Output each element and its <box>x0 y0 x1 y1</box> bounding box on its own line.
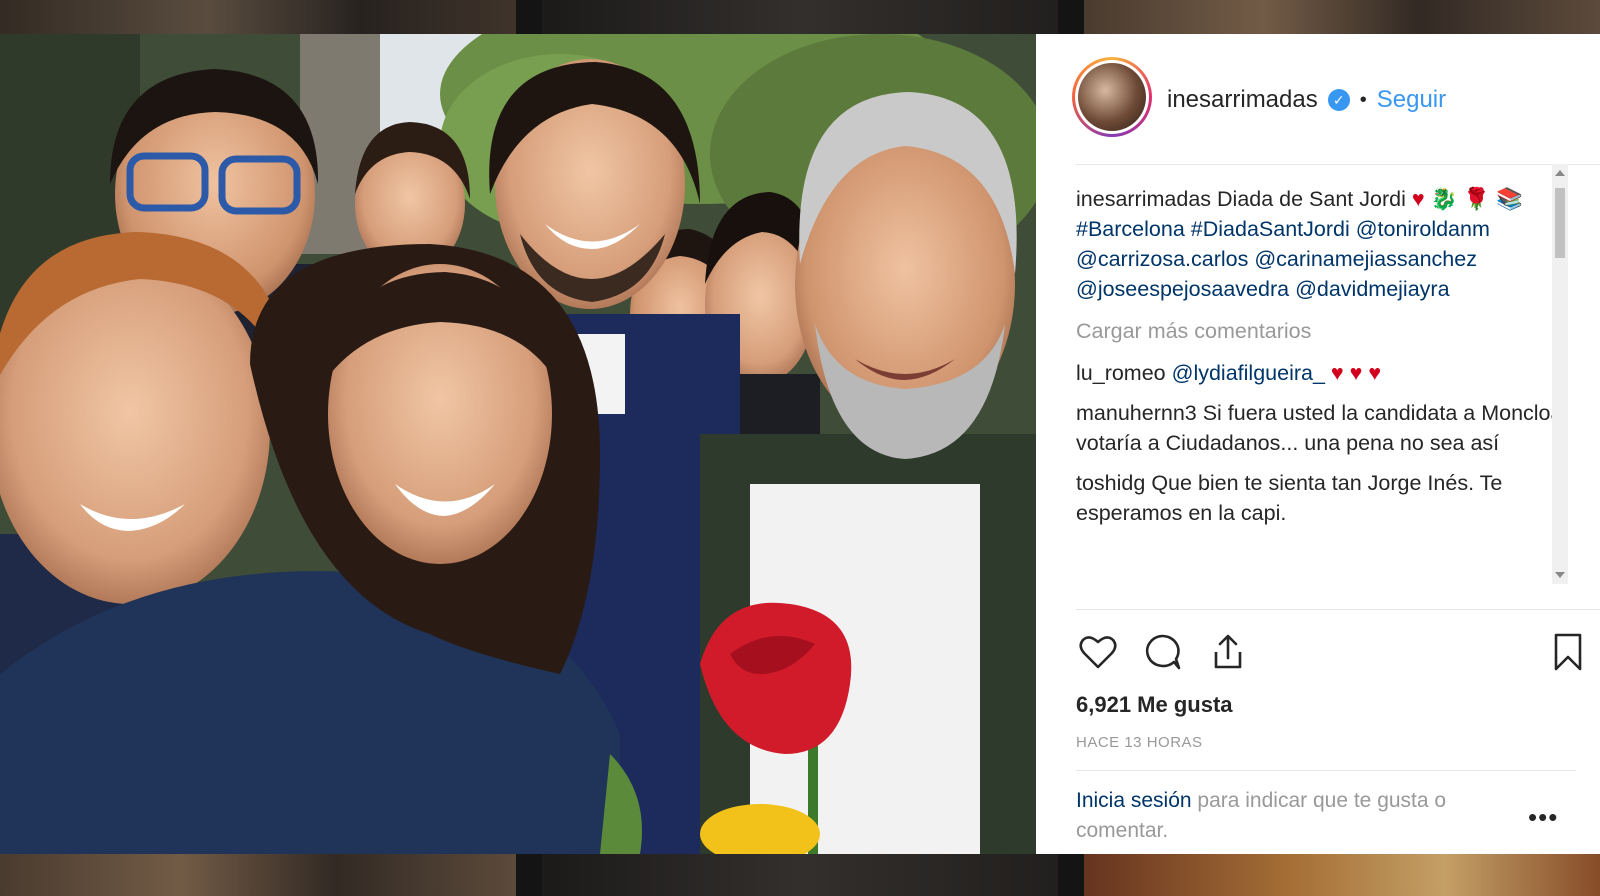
background-tile <box>542 854 1058 896</box>
share-icon[interactable] <box>1206 630 1250 674</box>
mention-link[interactable]: @carinamejiassanchez <box>1254 247 1477 271</box>
post-actions <box>1076 630 1596 676</box>
avatar-border <box>1075 60 1149 134</box>
comment-username[interactable]: lu_romeo <box>1076 361 1166 385</box>
separator-dot: • <box>1359 88 1367 111</box>
login-link[interactable]: Inicia sesión <box>1076 789 1192 812</box>
post-timestamp: HACE 13 HORAS <box>1076 734 1203 751</box>
heart-icon[interactable] <box>1076 630 1120 674</box>
login-divider <box>1076 770 1576 771</box>
comments-list[interactable]: inesarrimadas Diada de Sant Jordi ♥ 🐉 🌹 … <box>1076 184 1576 604</box>
caption: inesarrimadas Diada de Sant Jordi ♥ 🐉 🌹 … <box>1076 184 1576 304</box>
more-options-icon[interactable]: ••• <box>1528 802 1558 833</box>
background-tile <box>0 854 516 896</box>
comment-text: ♥ ♥ ♥ <box>1330 361 1382 385</box>
scrollbar-thumb[interactable] <box>1555 188 1565 258</box>
dragon-emoji: 🐉 <box>1430 187 1458 211</box>
caption-username[interactable]: inesarrimadas <box>1076 187 1211 211</box>
comment-item: lu_romeo @lydiafilgueira_ ♥ ♥ ♥ <box>1076 358 1576 388</box>
scroll-down-icon[interactable] <box>1555 572 1565 578</box>
actions-divider <box>1076 609 1600 610</box>
login-prompt: Inicia sesión para indicar que te gusta … <box>1076 786 1516 846</box>
hashtag-link[interactable]: #Barcelona <box>1076 217 1185 241</box>
background-grid-bottom <box>0 854 1600 896</box>
comment-username[interactable]: toshidg <box>1076 471 1145 495</box>
heart-emoji: ♥ <box>1411 187 1425 211</box>
background-tile <box>542 0 1058 34</box>
mention-link[interactable]: @carrizosa.carlos <box>1076 247 1248 271</box>
comment-icon[interactable] <box>1140 630 1184 674</box>
username-row: inesarrimadas ✓ • Seguir <box>1167 86 1446 114</box>
mention-link[interactable]: @toniroldanm <box>1356 217 1490 241</box>
caption-text: Diada de Sant Jordi <box>1217 187 1406 211</box>
mention-link[interactable]: @joseespejosaavedra <box>1076 277 1289 301</box>
mention-link[interactable]: @davidmejiayra <box>1295 277 1449 301</box>
header-divider <box>1076 164 1600 165</box>
comment-item: manuhernn3 Si fuera usted la candidata a… <box>1076 398 1576 458</box>
comments-scrollbar[interactable] <box>1552 164 1568 584</box>
load-more-comments-button[interactable]: Cargar más comentarios <box>1076 316 1576 346</box>
post-photo[interactable] <box>0 34 1036 854</box>
selfie-photo <box>0 34 1036 854</box>
hashtag-link[interactable]: #DiadaSantJordi <box>1191 217 1350 241</box>
comment-username[interactable]: manuhernn3 <box>1076 401 1197 425</box>
avatar-image <box>1078 63 1146 131</box>
follow-button[interactable]: Seguir <box>1377 86 1446 114</box>
username-link[interactable]: inesarrimadas <box>1167 86 1318 114</box>
book-emoji: 📚 <box>1496 187 1523 211</box>
verified-icon: ✓ <box>1327 89 1350 111</box>
post-header: inesarrimadas ✓ • Seguir <box>1036 34 1600 164</box>
background-tile <box>1084 854 1600 896</box>
comment-item: toshidg Que bien te sienta tan Jorge Iné… <box>1076 468 1576 528</box>
background-tile <box>1084 0 1600 34</box>
bookmark-icon[interactable] <box>1546 630 1590 674</box>
likes-count[interactable]: 6,921 Me gusta <box>1076 692 1233 718</box>
background-tile <box>0 0 516 34</box>
avatar[interactable] <box>1072 57 1152 137</box>
scroll-up-icon[interactable] <box>1555 170 1565 176</box>
background-grid-top <box>0 0 1600 34</box>
post-side-panel: inesarrimadas ✓ • Seguir inesarrimadas D… <box>1036 34 1600 854</box>
rose-emoji: 🌹 <box>1463 187 1491 211</box>
mention-link[interactable]: @lydiafilgueira_ <box>1172 361 1325 385</box>
